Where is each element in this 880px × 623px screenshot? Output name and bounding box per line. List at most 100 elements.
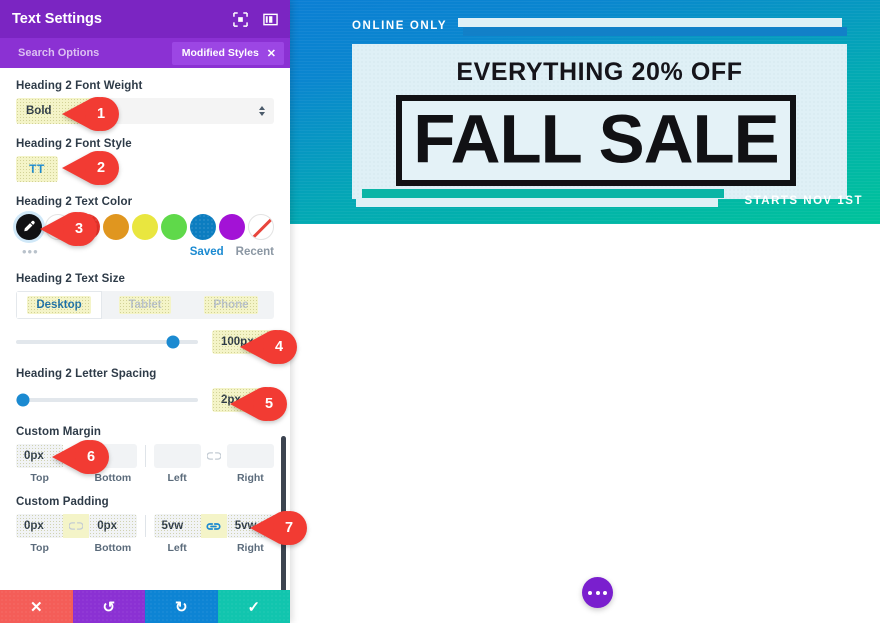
panel-search-bar[interactable]: Search Options Modified Styles ✕	[0, 38, 290, 68]
font-weight-select[interactable]: Bold	[16, 98, 274, 124]
banner-title-box: FALL SALE	[396, 95, 796, 186]
fab-dot	[588, 590, 593, 595]
link-broken-icon[interactable]	[63, 514, 90, 538]
label-text-color: Heading 2 Text Color	[16, 196, 133, 208]
device-tab-tablet[interactable]: Tablet	[102, 291, 188, 319]
option-group-font-style: Heading 2 Font Style TT	[16, 138, 274, 182]
label-font-style: Heading 2 Font Style	[16, 138, 132, 150]
caption-margin-right: Right	[236, 472, 264, 484]
option-group-text-size: Heading 2 Text Size Desktop Tablet Phone	[16, 273, 274, 354]
color-swatch-footer: ••• Saved Recent	[16, 244, 274, 259]
undo-button[interactable]: ↺	[72, 590, 145, 623]
close-icon[interactable]: ✕	[267, 47, 276, 60]
callout-marker-5: 5	[230, 387, 288, 421]
panel-header: Text Settings	[0, 0, 290, 38]
callout-marker-2: 2	[62, 151, 120, 185]
panel-footer-actions: ✕ ↺ ↻ ✓	[0, 590, 290, 623]
banner-bottom-bar-teal	[362, 189, 724, 198]
callout-marker-3: 3	[40, 212, 98, 246]
label-custom-margin: Custom Margin	[16, 426, 101, 438]
banner-eyebrow: ONLINE ONLY	[352, 20, 448, 32]
redo-button[interactable]: ↻	[145, 590, 218, 623]
recent-colors-tab[interactable]: Recent	[236, 246, 274, 258]
text-size-slider-row: 100px	[16, 330, 274, 354]
option-group-font-weight: Heading 2 Font Weight Bold	[16, 80, 274, 124]
text-size-slider-knob[interactable]	[166, 335, 180, 349]
caption-padding-bottom: Bottom	[94, 542, 132, 554]
swatch-yellow[interactable]	[132, 214, 158, 240]
banner-title: FALL SALE	[413, 100, 779, 178]
device-tab-desktop-label: Desktop	[27, 296, 92, 314]
swatch-green[interactable]	[161, 214, 187, 240]
field-divider	[144, 515, 146, 537]
padding-bottom-input[interactable]: 0px	[89, 514, 137, 538]
search-input[interactable]: Search Options	[18, 47, 172, 59]
caption-padding-top: Top	[30, 542, 49, 554]
caption-margin-left: Left	[167, 472, 187, 484]
custom-padding-captions: Top Bottom Left Right	[16, 542, 274, 554]
panel-title: Text Settings	[12, 11, 102, 27]
label-font-weight: Heading 2 Font Weight	[16, 80, 143, 92]
callout-marker-7: 7	[250, 511, 308, 545]
device-tab-phone-label: Phone	[204, 296, 258, 314]
swatch-none[interactable]	[248, 214, 274, 240]
fab-dot	[595, 590, 600, 595]
panel-options-body: Heading 2 Font Weight Bold Heading 2 Fon…	[0, 68, 290, 590]
modified-styles-filter[interactable]: Modified Styles ✕	[171, 41, 284, 65]
responsive-device-tabs: Desktop Tablet Phone	[16, 291, 274, 319]
app-root: ONLINE ONLY EVERYTHING 20% OFF FALL SALE…	[0, 0, 880, 623]
swatch-blue[interactable]	[190, 214, 216, 240]
margin-left-input[interactable]	[153, 444, 201, 468]
font-style-uppercase-toggle[interactable]: TT	[16, 156, 58, 182]
close-icon: ✕	[29, 598, 43, 616]
redo-icon: ↻	[174, 598, 188, 616]
callout-marker-1: 1	[62, 97, 120, 131]
discard-button[interactable]: ✕	[0, 590, 73, 623]
more-colors-icon[interactable]: •••	[16, 244, 190, 259]
callout-marker-4: 4	[240, 330, 298, 364]
banner-top-bar-light	[458, 18, 842, 27]
device-tab-phone[interactable]: Phone	[188, 291, 274, 319]
device-tab-tablet-label: Tablet	[119, 296, 171, 314]
modified-styles-label: Modified Styles	[181, 47, 259, 59]
label-text-size: Heading 2 Text Size	[16, 273, 126, 285]
focus-target-icon[interactable]	[232, 11, 248, 27]
text-size-slider[interactable]	[16, 335, 198, 349]
caption-padding-left: Left	[167, 542, 187, 554]
field-divider	[144, 445, 146, 467]
padding-left-input[interactable]: 5vw	[153, 514, 202, 538]
save-button[interactable]: ✓	[217, 590, 290, 623]
swatch-orange[interactable]	[103, 214, 129, 240]
fab-dot	[602, 590, 607, 595]
link-broken-icon[interactable]	[201, 444, 227, 468]
fall-sale-banner[interactable]: ONLINE ONLY EVERYTHING 20% OFF FALL SALE…	[290, 0, 880, 224]
swatch-purple[interactable]	[219, 214, 245, 240]
saved-colors-tab[interactable]: Saved	[190, 246, 224, 258]
link-connected-icon[interactable]	[200, 514, 227, 538]
chevron-updown-icon	[259, 106, 265, 116]
banner-footnote: STARTS NOV 1ST	[744, 195, 863, 207]
option-group-custom-padding: Custom Padding 0px 0px 5vw 5vw Top Botto…	[16, 496, 275, 554]
text-settings-panel: Text Settings Search Options Modified St…	[0, 0, 290, 623]
padding-top-input[interactable]: 0px	[16, 514, 64, 538]
check-icon: ✓	[247, 598, 261, 616]
color-picker-swatch[interactable]	[16, 214, 42, 240]
undo-icon: ↺	[102, 598, 116, 616]
banner-bottom-bar-light	[356, 198, 718, 207]
panel-layout-icon[interactable]	[262, 11, 278, 27]
margin-right-input[interactable]	[226, 444, 274, 468]
banner-headline: EVERYTHING 20% OFF	[456, 58, 743, 86]
banner-top-bar-blue	[463, 27, 847, 36]
label-letter-spacing: Heading 2 Letter Spacing	[16, 368, 157, 380]
letter-spacing-slider[interactable]	[16, 393, 198, 407]
device-tab-desktop[interactable]: Desktop	[16, 291, 102, 319]
letter-spacing-slider-knob[interactable]	[16, 393, 30, 407]
label-custom-padding: Custom Padding	[16, 496, 109, 508]
page-settings-fab[interactable]	[582, 577, 613, 608]
callout-marker-6: 6	[52, 440, 110, 474]
